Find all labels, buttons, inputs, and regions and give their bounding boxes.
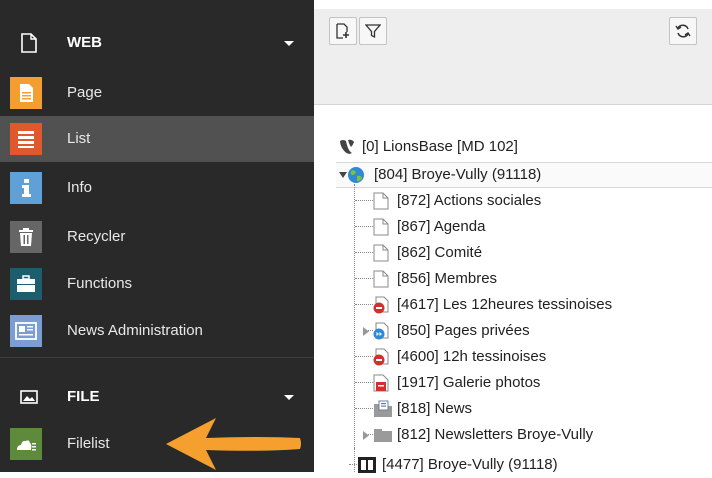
tree-page-label: [4600] 12h tessinoises: [397, 348, 547, 365]
module-info-label: Info: [67, 179, 93, 196]
news-folder-icon: [374, 400, 392, 417]
tree-toolbar: [314, 9, 712, 105]
group-web[interactable]: WEB: [0, 20, 314, 66]
page-icon: [373, 270, 389, 288]
module-list-label: List: [67, 130, 91, 147]
gallery-page-icon: [373, 374, 389, 392]
tree-page-label: [867] Agenda: [397, 218, 486, 235]
folder-icon: [374, 429, 392, 442]
caret-collapsed-icon[interactable]: [362, 327, 370, 336]
group-web-label: WEB: [67, 34, 102, 51]
tree-page-label: [4617] Les 12heures tessinoises: [397, 296, 613, 313]
new-page-icon: [336, 23, 349, 39]
list-module-icon: [10, 123, 42, 155]
pointer-arrow-icon: [166, 418, 301, 470]
filter-button[interactable]: [359, 17, 387, 45]
tree-page-label: [850] Pages privées: [397, 322, 530, 339]
module-menu: WEB Page List Info Recycler Functions Ne…: [0, 0, 314, 472]
tree-site-label: [804] Broye-Vully (91118): [374, 166, 542, 183]
tree-page-label: [1917] Galerie photos: [397, 374, 541, 391]
info-module-icon: [10, 172, 42, 204]
tree-page-label: [818] News: [397, 400, 473, 417]
page-tree-panel: [0] LionsBase [MD 102] [804] Broye-Vully…: [314, 0, 712, 473]
group-file[interactable]: FILE: [0, 374, 314, 420]
chevron-down-icon[interactable]: [284, 41, 294, 46]
image-icon: [20, 390, 38, 404]
module-news-administration-label: News Administration: [67, 322, 203, 339]
cloud-module-icon: [10, 428, 42, 460]
chevron-down-icon[interactable]: [284, 395, 294, 400]
tree-page-label: [856] Membres: [397, 270, 498, 287]
module-page[interactable]: Page: [0, 70, 314, 116]
document-icon: [21, 33, 37, 53]
tree-page-label: [872] Actions sociales: [397, 192, 542, 209]
new-page-button[interactable]: [329, 17, 357, 45]
page-module-icon: [10, 77, 42, 109]
module-functions[interactable]: Functions: [0, 261, 314, 307]
site-root-icon: [358, 457, 376, 473]
shortcut-page-icon: [373, 322, 389, 340]
module-page-label: Page: [67, 84, 103, 101]
filter-icon: [365, 24, 381, 39]
page-icon: [373, 244, 389, 262]
globe-icon: [348, 167, 364, 183]
page-icon: [373, 218, 389, 236]
refresh-icon: [675, 24, 691, 38]
toolbox-module-icon: [10, 268, 42, 300]
module-recycler[interactable]: Recycler: [0, 214, 314, 260]
module-functions-label: Functions: [67, 275, 133, 292]
module-recycler-label: Recycler: [67, 228, 126, 245]
caret-collapsed-icon[interactable]: [362, 431, 370, 440]
module-list[interactable]: List: [0, 116, 314, 162]
hidden-page-icon: [373, 296, 389, 314]
tree-site-label-2: [4477] Broye-Vully (91118): [382, 456, 558, 473]
typo3-logo-icon: [340, 139, 354, 154]
group-file-label: FILE: [67, 388, 100, 405]
tree-page-label: [862] Comité: [397, 244, 483, 261]
tree-page-label: [812] Newsletters Broye-Vully: [397, 426, 594, 443]
module-filelist-label: Filelist: [67, 435, 110, 452]
hidden-page-icon: [373, 348, 389, 366]
trash-module-icon: [10, 221, 42, 253]
module-news-administration[interactable]: News Administration: [0, 308, 314, 354]
news-module-icon: [10, 315, 42, 347]
module-info[interactable]: Info: [0, 165, 314, 211]
tree-root-label: [0] LionsBase [MD 102]: [362, 138, 518, 155]
refresh-button[interactable]: [669, 17, 697, 45]
page-icon: [373, 192, 389, 210]
page-tree: [0] LionsBase [MD 102] [804] Broye-Vully…: [314, 104, 712, 473]
sidebar-divider: [0, 357, 314, 358]
